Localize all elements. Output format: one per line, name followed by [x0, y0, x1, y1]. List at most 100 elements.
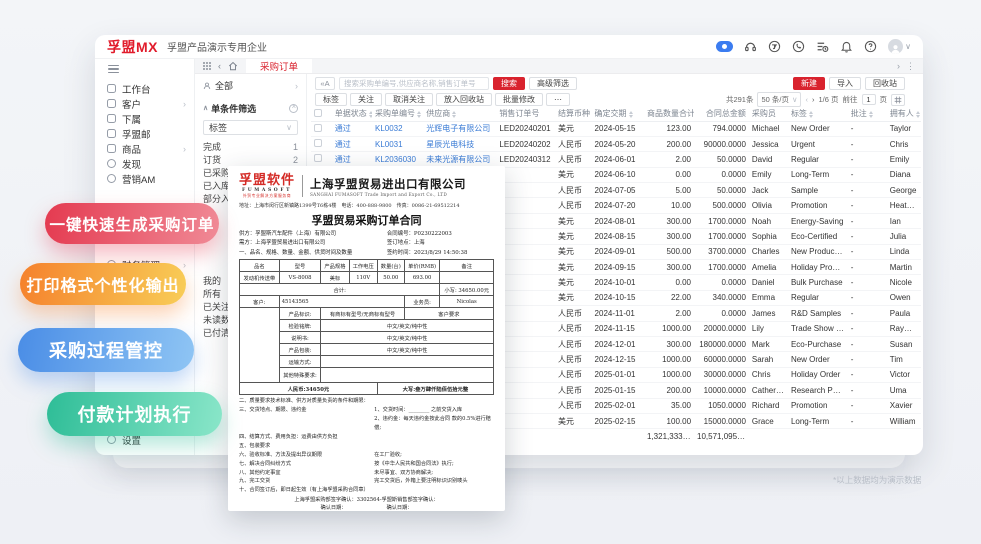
prev-page-icon[interactable]: ‹ — [805, 95, 808, 104]
contract-col-header: 工作电压 — [348, 259, 378, 272]
contract-cell — [439, 271, 494, 284]
toolbar-button[interactable]: 取消关注 — [385, 93, 433, 106]
column-header[interactable]: 批注 — [847, 107, 887, 122]
search-button[interactable]: 搜索 — [493, 77, 525, 90]
import-button[interactable]: 导入 — [829, 77, 861, 90]
doc-logo: 孚盟软件 FUMASOFT 外贸专业解决方案服务商 — [239, 173, 296, 198]
cell[interactable]: 通过 — [331, 121, 372, 137]
filter-section-header[interactable]: ∧ 单条件筛选 — [203, 101, 298, 115]
cell: Trade Show Purchase — [787, 321, 848, 337]
sidebar-item[interactable]: 下属 — [107, 111, 194, 126]
saved-search-icon[interactable]: «A — [315, 77, 335, 90]
column-header[interactable]: 采购单编号 — [371, 107, 424, 122]
cell[interactable]: 星辰光电科技 — [423, 136, 497, 153]
clear-filter-icon[interactable] — [289, 102, 298, 113]
tab-more-icon[interactable]: ⋮ — [906, 61, 915, 72]
next-page-icon[interactable]: › — [812, 95, 815, 104]
notification-bell-icon[interactable] — [840, 40, 853, 53]
sidebar-item[interactable]: 发现 — [107, 156, 194, 171]
cell: Xavier — [886, 398, 921, 414]
filter-item[interactable]: 订货 2 — [203, 153, 298, 166]
scope-selector[interactable]: 全部 › — [203, 78, 298, 93]
new-button[interactable]: 新建 — [793, 77, 825, 90]
cell[interactable]: KL0032 — [371, 121, 424, 137]
sidebar-collapse-icon[interactable] — [108, 65, 119, 74]
column-header[interactable]: 单据状态 — [331, 107, 372, 122]
cell: 1700.0000 — [694, 213, 749, 230]
cell: 50.0000 — [694, 182, 749, 199]
sort-icon[interactable] — [452, 110, 457, 118]
page-size-select[interactable]: 50 条/页 ∨ — [757, 92, 802, 107]
sidebar-item[interactable]: 营销AM — [107, 171, 194, 186]
select-all-checkbox[interactable] — [314, 108, 322, 117]
cell: David — [748, 151, 788, 168]
cell[interactable]: 光辉电子有限公司 — [423, 121, 497, 137]
user-avatar[interactable]: ∨ — [888, 39, 911, 54]
goto-page-input[interactable] — [861, 94, 876, 105]
sort-icon[interactable] — [416, 110, 421, 118]
whatsapp-icon[interactable] — [792, 40, 805, 53]
sort-icon[interactable] — [628, 110, 633, 118]
help-icon[interactable] — [864, 40, 877, 53]
sidebar-item[interactable]: 孚盟邮 — [107, 126, 194, 141]
cell: 90000.0000 — [694, 136, 749, 153]
cell: 0.00 — [644, 274, 695, 291]
column-settings-icon[interactable] — [891, 93, 905, 106]
filter-item[interactable]: 完成 1 — [203, 140, 298, 153]
toolbar-button[interactable]: 批量修改 — [495, 93, 543, 106]
toolbar-button[interactable]: ⋯ — [546, 93, 570, 106]
row-checkbox[interactable] — [314, 123, 322, 132]
sidebar-item[interactable]: 客户 › — [107, 96, 194, 111]
sort-icon[interactable] — [808, 110, 813, 118]
toolbar-button[interactable]: 放入回收站 — [436, 93, 492, 106]
recycle-bin-button[interactable]: 回收站 — [865, 77, 905, 90]
cell: Taylor — [886, 121, 921, 137]
advanced-filter-button[interactable]: 高级筛选 — [529, 77, 577, 90]
sort-icon[interactable] — [368, 110, 372, 118]
table-row[interactable]: 通过 KL0031 星辰光电科技 LED20240202 人民币 2024-05-20 20… — [311, 136, 921, 153]
translate-icon[interactable] — [768, 40, 781, 53]
cell: - — [847, 321, 887, 337]
sidebar-item[interactable]: 商品 › — [107, 141, 194, 156]
cell[interactable]: KL2036030 — [371, 151, 424, 168]
cell: 美元 — [554, 213, 592, 230]
select-all-checkbox-header — [311, 107, 332, 122]
task-list-icon[interactable] — [816, 40, 829, 53]
cell: 100.00 — [644, 413, 695, 430]
cell: - — [847, 151, 887, 168]
tab-scroll-right-icon[interactable]: › — [897, 61, 900, 71]
cell — [748, 428, 788, 445]
row-checkbox[interactable] — [314, 154, 322, 163]
cell: 2025-02-15 — [591, 413, 644, 430]
sort-icon[interactable] — [868, 110, 873, 118]
doc-buyer: 需方：上海孚盟贸易进出口有限公司 — [239, 240, 326, 247]
headset-icon[interactable] — [744, 40, 757, 53]
cell[interactable]: KL0031 — [371, 136, 424, 153]
toolbar-button[interactable]: 关注 — [350, 93, 382, 106]
total-count: 共291条 — [725, 95, 754, 104]
search-input[interactable] — [339, 77, 489, 90]
tab-purchase-orders[interactable]: 采购订单 — [246, 59, 313, 73]
cell: 1000.00 — [644, 351, 695, 368]
sort-icon[interactable] — [915, 110, 920, 118]
tag-filter-dropdown[interactable]: 标签 ∨ — [203, 120, 298, 135]
table-row[interactable]: 通过 KL2036030 未来光源有限公司 LED20240312 人民币 2024-06… — [311, 151, 921, 168]
column-header[interactable]: 确定交期 — [591, 107, 644, 122]
sidebar-item[interactable]: 工作台 — [107, 81, 194, 96]
column-header[interactable]: 标签 — [787, 107, 848, 122]
cell: 2024-12-15 — [591, 351, 644, 368]
row-checkbox[interactable] — [314, 139, 322, 148]
cell: 2024-07-05 — [591, 182, 644, 199]
home-icon[interactable] — [228, 61, 238, 71]
table-row[interactable]: 通过 KL0032 光辉电子有限公司 LED20240201 美元 2024-05-15 1… — [311, 121, 921, 137]
toolbar-button[interactable]: 标签 — [315, 93, 347, 106]
column-header[interactable]: 拥有人 — [886, 107, 921, 122]
cell: 人民币 — [554, 305, 592, 322]
cell[interactable]: 通过 — [331, 136, 372, 153]
column-header[interactable]: 供应商 — [423, 107, 497, 122]
cell[interactable]: 通过 — [331, 151, 372, 168]
back-icon[interactable]: ‹ — [218, 61, 221, 71]
app-grid-icon[interactable] — [203, 62, 211, 70]
view-toggle-eye-icon[interactable] — [716, 41, 734, 52]
cell[interactable]: 未来光源有限公司 — [423, 151, 497, 168]
